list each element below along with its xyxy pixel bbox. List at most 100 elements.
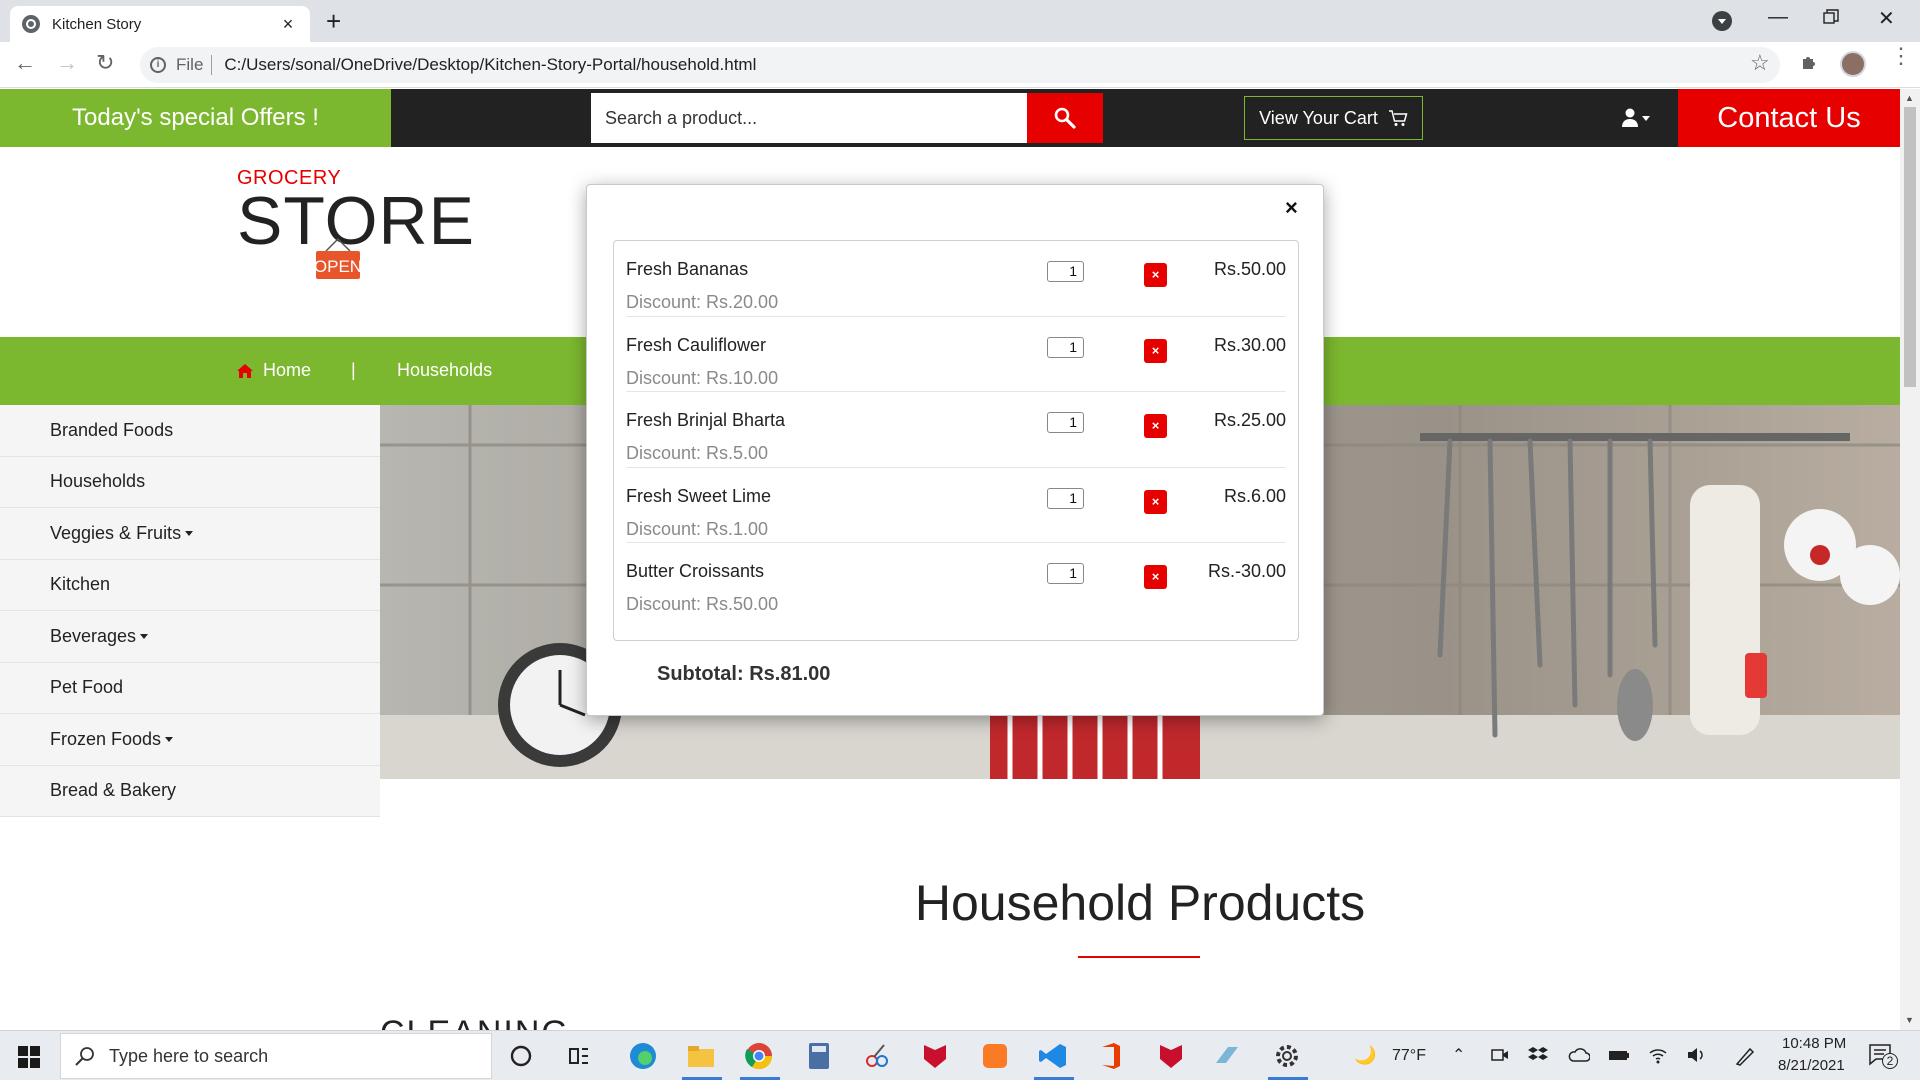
- sidebar-item-pet-food[interactable]: Pet Food: [0, 662, 380, 714]
- remove-item-button[interactable]: ×: [1144, 489, 1167, 514]
- address-bar[interactable]: i File C:/Users/sonal/OneDrive/Desktop/K…: [140, 47, 1780, 83]
- new-tab-button[interactable]: +: [326, 8, 341, 34]
- task-view-icon[interactable]: [564, 1041, 594, 1071]
- taskbar-search-box[interactable]: Type here to search: [60, 1033, 492, 1079]
- sidebar-item-veggies-fruits[interactable]: Veggies & Fruits: [0, 508, 380, 560]
- reload-icon[interactable]: ↻: [96, 50, 114, 76]
- paint-icon[interactable]: [1212, 1041, 1242, 1071]
- remove-item-button[interactable]: ×: [1144, 565, 1167, 589]
- cart-item-quantity-input[interactable]: 1: [1047, 563, 1084, 584]
- sidebar-item-label: Beverages: [50, 625, 137, 646]
- chrome-icon[interactable]: [744, 1041, 774, 1071]
- notification-count-badge: 2: [1882, 1053, 1898, 1069]
- cortana-icon[interactable]: [506, 1041, 536, 1071]
- cart-item-quantity-input[interactable]: 1: [1047, 261, 1084, 282]
- cart-item-quantity-input[interactable]: 1: [1047, 336, 1084, 358]
- pen-workspace-icon[interactable]: [1734, 1045, 1756, 1067]
- restore-icon[interactable]: [1823, 8, 1839, 31]
- sidebar-item-label: Kitchen: [50, 574, 111, 595]
- edge-icon[interactable]: [628, 1041, 658, 1071]
- special-offers-link[interactable]: Today's special Offers !: [0, 89, 391, 147]
- category-sidebar: Branded Foods Households Veggies & Fruit…: [0, 405, 380, 817]
- cart-item-price: Rs.30.00: [1213, 334, 1286, 355]
- clock-date[interactable]: 8/21/2021: [1778, 1057, 1845, 1074]
- back-icon[interactable]: ←: [14, 50, 36, 76]
- url-text[interactable]: C:/Users/sonal/OneDrive/Desktop/Kitchen-…: [224, 55, 756, 75]
- contact-us-button[interactable]: Contact Us: [1678, 89, 1900, 147]
- user-menu-button[interactable]: [1622, 107, 1652, 129]
- sidebar-item-label: Veggies & Fruits: [50, 522, 182, 543]
- cart-item-quantity-input[interactable]: 1: [1047, 487, 1084, 509]
- sidebar-item-branded-foods[interactable]: Branded Foods: [0, 405, 380, 457]
- office-icon[interactable]: [1096, 1041, 1126, 1071]
- dropbox-icon[interactable]: [1528, 1045, 1548, 1065]
- settings-gear-icon[interactable]: [1272, 1041, 1302, 1071]
- sidebar-item-label: Branded Foods: [50, 419, 174, 440]
- nav-households-link[interactable]: Households: [397, 360, 492, 381]
- caret-down-icon: [140, 633, 149, 639]
- home-icon: [237, 363, 253, 378]
- search-button[interactable]: [1027, 93, 1103, 143]
- windows-taskbar: Type here to search 🌙 77°F ⌃ 10:48 PM 8/…: [0, 1030, 1920, 1080]
- battery-icon[interactable]: [1608, 1045, 1630, 1065]
- nav-home-label: Home: [263, 360, 312, 380]
- cart-item-name: Fresh Bananas: [626, 259, 749, 279]
- tab-close-icon[interactable]: ×: [278, 14, 298, 35]
- cart-item: Fresh Sweet Lime Discount: Rs.1.00 1 × R…: [626, 468, 1286, 543]
- user-icon: [1622, 108, 1650, 127]
- calculator-icon[interactable]: [804, 1041, 834, 1071]
- cart-icon: [1388, 110, 1408, 126]
- meet-now-icon[interactable]: [1490, 1045, 1510, 1065]
- sidebar-item-beverages[interactable]: Beverages: [0, 611, 380, 663]
- cart-item: Fresh Bananas Discount: Rs.20.00 1 × Rs.…: [626, 241, 1286, 317]
- volume-icon[interactable]: [1686, 1045, 1706, 1065]
- info-icon[interactable]: i: [150, 57, 166, 73]
- scroll-down-arrow-icon[interactable]: ▼: [1905, 1015, 1914, 1025]
- extensions-icon[interactable]: [1800, 52, 1820, 72]
- scrollbar-thumb[interactable]: [1904, 107, 1916, 387]
- sidebar-item-frozen-foods[interactable]: Frozen Foods: [0, 714, 380, 766]
- open-sign-icon: OPEN: [314, 237, 362, 279]
- file-explorer-icon[interactable]: [686, 1041, 716, 1071]
- remove-item-button[interactable]: ×: [1144, 263, 1167, 287]
- windows-start-icon[interactable]: [18, 1046, 40, 1068]
- page-scrollbar[interactable]: ▲ ▼: [1900, 89, 1920, 1030]
- sidebar-item-households[interactable]: Households: [0, 456, 380, 508]
- sidebar-item-kitchen[interactable]: Kitchen: [0, 559, 380, 611]
- forward-icon[interactable]: →: [56, 50, 78, 76]
- cart-item-discount: Discount: Rs.1.00: [626, 518, 769, 539]
- view-cart-button[interactable]: View Your Cart: [1244, 96, 1423, 140]
- sidebar-item-bread-bakery[interactable]: Bread & Bakery: [0, 765, 380, 817]
- section-title: Household Products: [914, 875, 1366, 931]
- close-window-icon[interactable]: ✕: [1878, 6, 1895, 31]
- snipping-tool-icon[interactable]: [862, 1041, 892, 1071]
- cart-item-price: Rs.50.00: [1213, 259, 1286, 279]
- onedrive-cloud-icon[interactable]: [1568, 1045, 1590, 1065]
- remove-item-button[interactable]: ×: [1144, 338, 1167, 363]
- vscode-icon[interactable]: [1038, 1041, 1068, 1071]
- product-search-input[interactable]: [591, 93, 1027, 143]
- minimize-icon[interactable]: —: [1768, 6, 1788, 29]
- weather-temperature[interactable]: 77°F: [1392, 1047, 1426, 1065]
- web-page: Today's special Offers ! View Your Cart …: [0, 89, 1900, 1030]
- browser-tab[interactable]: Kitchen Story ×: [10, 6, 310, 42]
- weather-moon-icon[interactable]: 🌙: [1354, 1045, 1376, 1066]
- tab-search-icon[interactable]: [1712, 11, 1732, 31]
- modal-close-icon[interactable]: ×: [1285, 195, 1298, 221]
- search-icon: [1054, 107, 1076, 129]
- file-label: File: [176, 55, 204, 74]
- profile-avatar[interactable]: [1840, 51, 1866, 77]
- xampp-icon[interactable]: [980, 1041, 1010, 1071]
- mcafee-icon[interactable]: [920, 1041, 950, 1071]
- mcafee-shield-icon[interactable]: [1156, 1041, 1186, 1071]
- scroll-up-arrow-icon[interactable]: ▲: [1905, 93, 1914, 103]
- cart-item-name: Fresh Brinjal Bharta: [626, 410, 786, 430]
- remove-item-button[interactable]: ×: [1144, 414, 1167, 438]
- browser-menu-icon[interactable]: ⋮: [1890, 45, 1912, 67]
- nav-home-link[interactable]: Home: [237, 360, 311, 381]
- show-hidden-icons-icon[interactable]: ⌃: [1452, 1045, 1465, 1065]
- bookmark-star-icon[interactable]: ☆: [1750, 50, 1770, 76]
- clock-time[interactable]: 10:48 PM: [1782, 1035, 1846, 1052]
- cart-item-quantity-input[interactable]: 1: [1047, 412, 1084, 433]
- wifi-icon[interactable]: [1648, 1045, 1668, 1065]
